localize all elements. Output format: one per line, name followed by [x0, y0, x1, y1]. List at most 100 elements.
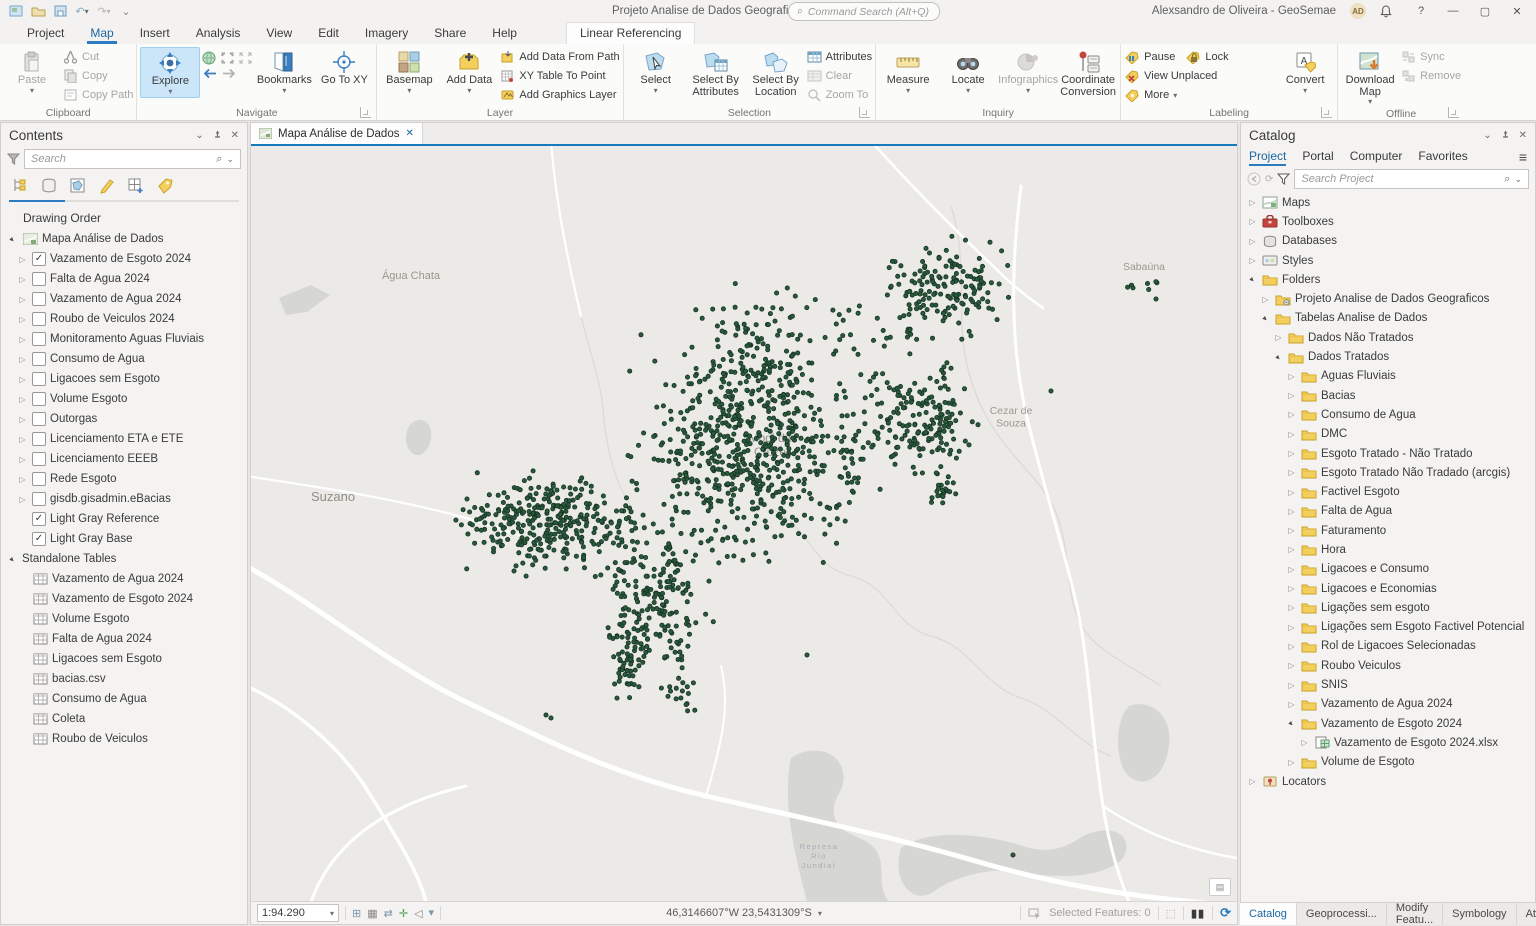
expander-collapsed-icon[interactable]: ▷ [17, 435, 28, 444]
measure-button[interactable]: Measure▾ [879, 47, 937, 96]
close-tab-icon[interactable]: ✕ [405, 128, 413, 139]
contents-item[interactable]: bacias.csv [1, 669, 247, 689]
select-button[interactable]: Select▾ [627, 47, 685, 96]
expander-collapsed-icon[interactable]: ▷ [17, 295, 28, 304]
contents-item[interactable]: ▷Monitoramento Aguas Fluviais [1, 329, 247, 349]
expander-collapsed-icon[interactable]: ▷ [1247, 237, 1258, 246]
expander-collapsed-icon[interactable]: ▷ [1286, 391, 1297, 400]
contents-item[interactable]: ▷Ligacoes sem Esgoto [1, 369, 247, 389]
download-map-button[interactable]: Download Map▾ [1341, 47, 1399, 107]
expander-collapsed-icon[interactable]: ▷ [1247, 777, 1258, 786]
catalog-item[interactable]: ▷Esgoto Tratado - Não Tratado [1241, 444, 1535, 463]
cut-button[interactable]: Cut [63, 49, 133, 65]
map-tab[interactable]: Mapa Análise de Dados ✕ [251, 123, 423, 144]
ribbon-tab-map[interactable]: Map [77, 23, 126, 44]
previous-extent-icon[interactable] [202, 67, 218, 80]
expander-collapsed-icon[interactable]: ▷ [1286, 681, 1297, 690]
ribbon-tab-share[interactable]: Share [421, 23, 479, 44]
catalog-tab-favorites[interactable]: Favorites [1418, 149, 1467, 166]
contents-item[interactable]: ▷Vazamento de Agua 2024 [1, 289, 247, 309]
next-extent-icon[interactable] [221, 67, 237, 80]
dialog-launcher-icon[interactable] [360, 107, 371, 118]
view-unplaced-button[interactable]: View Unplaced [1124, 68, 1217, 84]
dialog-launcher-icon[interactable] [859, 107, 870, 118]
pause-button[interactable]: Pause [1124, 49, 1175, 65]
catalog-item[interactable]: ▷Dados Não Tratados [1241, 328, 1535, 347]
expander-expanded-icon[interactable]: ▸ [5, 232, 19, 246]
catalog-tab-portal[interactable]: Portal [1302, 149, 1333, 166]
infographics-button[interactable]: Infographics▾ [999, 47, 1057, 96]
expander-collapsed-icon[interactable]: ▷ [17, 375, 28, 384]
catalog-item[interactable]: ▷Hora [1241, 540, 1535, 559]
dock-tab-catalog[interactable]: Catalog [1240, 903, 1297, 925]
contents-item[interactable]: ▸Standalone Tables [1, 549, 247, 569]
add-data-from-path-button[interactable]: Add Data From Path [500, 49, 619, 65]
catalog-item[interactable]: ▷Vazamento de Agua 2024 [1241, 695, 1535, 714]
contents-item[interactable]: ▷gisdb.gisadmin.eBacias [1, 489, 247, 509]
filter-funnel-icon[interactable] [7, 153, 20, 165]
list-by-drawing-order-icon[interactable] [11, 177, 30, 194]
pause-drawing-icon[interactable]: ▮▮ [1191, 907, 1205, 920]
catalog-item[interactable]: ▸Vazamento de Esgoto 2024 [1241, 714, 1535, 733]
chevron-down-icon[interactable]: ▾ [429, 910, 435, 917]
customize-qat-icon[interactable]: ⌄ [118, 4, 134, 18]
add-bookmark-icon[interactable]: ⊞ [352, 907, 361, 920]
expander-collapsed-icon[interactable]: ▷ [1286, 603, 1297, 612]
dock-tab-attributes[interactable]: Attributes [1517, 903, 1536, 925]
expander-collapsed-icon[interactable]: ▷ [17, 255, 28, 264]
layer-checkbox[interactable] [32, 372, 46, 386]
more-button[interactable]: More▾ [1124, 87, 1177, 103]
expander-collapsed-icon[interactable]: ▷ [17, 415, 28, 424]
ribbon-tab-analysis[interactable]: Analysis [183, 23, 254, 44]
expander-collapsed-icon[interactable]: ▷ [1247, 256, 1258, 265]
menu-icon[interactable]: ≡ [1519, 149, 1527, 165]
catalog-tab-project[interactable]: Project [1249, 149, 1286, 166]
save-icon[interactable] [52, 4, 68, 18]
catalog-item[interactable]: ▸Dados Tratados [1241, 347, 1535, 366]
chevron-down-icon[interactable]: ⌄ [1483, 130, 1491, 141]
ribbon-tab-view[interactable]: View [253, 23, 305, 44]
add-data-button[interactable]: Add Data▾ [440, 47, 498, 96]
catalog-item[interactable]: ▷Maps [1241, 193, 1535, 212]
expander-collapsed-icon[interactable]: ▷ [1286, 507, 1297, 516]
catalog-item[interactable]: ▸Tabelas Analise de Dados [1241, 309, 1535, 328]
contents-item[interactable]: ▷Outorgas [1, 409, 247, 429]
expander-collapsed-icon[interactable]: ▷ [1273, 333, 1284, 342]
full-extent-icon[interactable] [202, 51, 217, 65]
explore-button[interactable]: Explore▾ [140, 47, 200, 98]
contents-item[interactable]: ✓Light Gray Reference [1, 509, 247, 529]
catalog-item[interactable]: ▷Bacias [1241, 386, 1535, 405]
layer-checkbox[interactable] [32, 352, 46, 366]
map-overflow-button[interactable]: ▤ [1209, 878, 1231, 896]
pin-icon[interactable] [1501, 130, 1510, 141]
close-button[interactable]: ✕ [1508, 5, 1526, 18]
audio-icon[interactable]: ◁ [414, 907, 422, 920]
expander-collapsed-icon[interactable]: ▷ [1286, 642, 1297, 651]
contents-item[interactable]: ▷Rede Esgoto [1, 469, 247, 489]
dock-tab-modifyfeatu[interactable]: Modify Featu... [1387, 903, 1443, 925]
contents-item[interactable]: ▷Licenciamento ETA e ETE [1, 429, 247, 449]
catalog-item[interactable]: ▷Vazamento de Esgoto 2024.xlsx [1241, 733, 1535, 752]
expander-collapsed-icon[interactable]: ▷ [1286, 430, 1297, 439]
expander-collapsed-icon[interactable]: ▷ [1286, 623, 1297, 632]
list-by-data-source-icon[interactable] [40, 177, 59, 194]
expander-collapsed-icon[interactable]: ▷ [1247, 217, 1258, 226]
expander-collapsed-icon[interactable]: ▷ [1286, 661, 1297, 670]
go-to-xy-button[interactable]: Go To XY [315, 47, 373, 89]
undo-icon[interactable]: ↶▾ [74, 4, 90, 18]
redo-icon[interactable]: ↷▾ [96, 4, 112, 18]
contents-item[interactable]: Consumo de Agua [1, 689, 247, 709]
catalog-item[interactable]: ▷Factivel Esgoto [1241, 482, 1535, 501]
catalog-item[interactable]: ▷Consumo de Agua [1241, 405, 1535, 424]
map-canvas[interactable]: Água ChataSuzanoMogi dasCruzesCezar deSo… [251, 146, 1237, 902]
sync-views-icon[interactable]: ⇄ [384, 907, 393, 920]
notifications-bell-icon[interactable] [1380, 5, 1398, 18]
expander-expanded-icon[interactable]: ▸ [1271, 350, 1285, 364]
user-name[interactable]: Alexsandro de Oliveira - GeoSemae [1152, 5, 1336, 17]
remove-button[interactable]: Remove [1401, 68, 1461, 84]
catalog-item[interactable]: ▷SNIS [1241, 675, 1535, 694]
basemap-button[interactable]: Basemap▾ [380, 47, 438, 96]
expander-collapsed-icon[interactable]: ▷ [17, 455, 28, 464]
minimize-button[interactable]: — [1444, 5, 1462, 17]
close-panel-icon[interactable]: ✕ [231, 130, 239, 141]
